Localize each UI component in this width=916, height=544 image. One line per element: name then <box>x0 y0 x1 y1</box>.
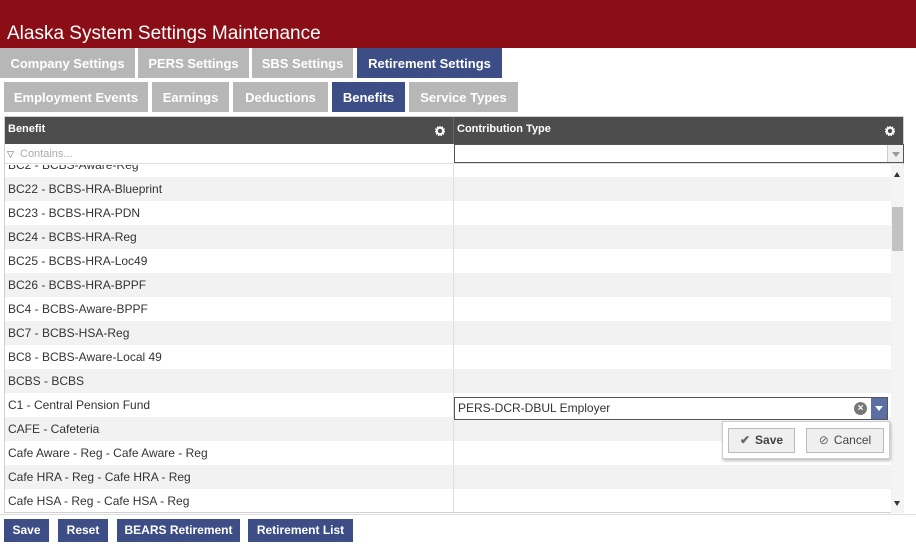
app-header: Alaska System Settings Maintenance <box>0 0 916 48</box>
contribution-type-cell[interactable] <box>454 201 891 225</box>
tab-sbs-settings[interactable]: SBS Settings <box>252 48 353 78</box>
table-row[interactable]: BC4 - BCBS-Aware-BPPF <box>5 297 891 321</box>
scrollbar-thumb[interactable] <box>892 207 903 251</box>
chevron-down-icon[interactable] <box>887 145 903 162</box>
contribution-type-cell[interactable] <box>454 489 891 513</box>
tab-service-types[interactable]: Service Types <box>409 82 518 112</box>
vertical-scrollbar[interactable] <box>891 165 904 513</box>
benefit-cell: BC4 - BCBS-Aware-BPPF <box>8 302 148 316</box>
benefit-cell: BC25 - BCBS-HRA-Loc49 <box>8 254 148 268</box>
scroll-up-icon[interactable] <box>894 172 900 177</box>
benefit-cell: BC2 - BCBS-Aware-Reg <box>8 165 139 172</box>
column-header-contribution-type-label: Contribution Type <box>457 123 551 135</box>
filter-icon: ▽ <box>7 149 14 159</box>
cancel-icon: ⊘ <box>818 433 829 447</box>
table-row[interactable]: BC25 - BCBS-HRA-Loc49 <box>5 249 891 273</box>
gear-icon[interactable] <box>435 126 445 136</box>
grid-body: BC2 - BCBS-Aware-Reg BC22 - BCBS-HRA-Blu… <box>5 165 891 513</box>
row-save-label: Save <box>755 433 784 447</box>
tab-employment-events[interactable]: Employment Events <box>4 82 148 112</box>
table-row[interactable]: BC7 - BCBS-HSA-Reg <box>5 321 891 345</box>
tab-retirement-settings[interactable]: Retirement Settings <box>357 48 502 78</box>
table-row[interactable]: Cafe HRA - Reg - Cafe HRA - Reg <box>5 465 891 489</box>
contribution-type-cell[interactable] <box>454 345 891 369</box>
contribution-type-cell[interactable] <box>454 369 891 393</box>
row-cancel-button[interactable]: ⊘ Cancel <box>806 428 884 453</box>
app-title: Alaska System Settings Maintenance <box>7 23 321 44</box>
row-cancel-label: Cancel <box>833 433 872 447</box>
grid-header: Benefit Contribution Type <box>5 117 903 144</box>
row-save-button[interactable]: ✔ Save <box>728 428 795 453</box>
benefit-cell: BCBS - BCBS <box>8 374 85 388</box>
row-edit-popup: ✔ Save ⊘ Cancel <box>722 421 890 459</box>
contribution-type-cell[interactable] <box>454 165 891 177</box>
tab-company-settings[interactable]: Company Settings <box>0 48 135 78</box>
retirement-list-button[interactable]: Retirement List <box>248 519 353 542</box>
save-button[interactable]: Save <box>4 519 49 542</box>
gear-icon[interactable] <box>885 126 895 136</box>
benefit-cell: BC22 - BCBS-HRA-Blueprint <box>8 182 163 196</box>
bears-retirement-button[interactable]: BEARS Retirement <box>117 519 240 542</box>
tab-deductions[interactable]: Deductions <box>233 82 328 112</box>
benefit-cell: BC26 - BCBS-HRA-BPPF <box>8 278 147 292</box>
tab-earnings[interactable]: Earnings <box>152 82 229 112</box>
table-row[interactable]: BC26 - BCBS-HRA-BPPF <box>5 273 891 297</box>
contribution-type-cell[interactable] <box>454 177 891 201</box>
scroll-down-icon[interactable] <box>894 501 900 506</box>
benefit-cell: Cafe Aware - Reg - Cafe Aware - Reg <box>8 446 208 460</box>
filter-row: ▽ Contains... <box>5 144 904 164</box>
benefit-cell: BC24 - BCBS-HRA-Reg <box>8 230 137 244</box>
contribution-type-editor[interactable]: PERS-DCR-DBUL Employer × <box>454 397 888 420</box>
benefit-cell: BC7 - BCBS-HSA-Reg <box>8 326 130 340</box>
chevron-down-icon[interactable] <box>871 398 887 419</box>
top-tab-bar: Company Settings PERS Settings SBS Setti… <box>0 48 916 78</box>
sub-tab-bar: Employment Events Earnings Deductions Be… <box>0 82 916 112</box>
benefit-filter-input[interactable]: ▽ Contains... <box>7 146 447 162</box>
contribution-type-cell[interactable] <box>454 225 891 249</box>
contribution-type-cell[interactable] <box>454 249 891 273</box>
table-row[interactable]: BCBS - BCBS <box>5 369 891 393</box>
benefit-cell: C1 - Central Pension Fund <box>8 398 151 412</box>
benefit-filter-placeholder: Contains... <box>20 148 73 160</box>
contribution-type-cell[interactable] <box>454 321 891 345</box>
contribution-type-filter-select[interactable] <box>454 144 904 163</box>
benefit-cell: Cafe HRA - Reg - Cafe HRA - Reg <box>8 470 191 484</box>
clear-icon[interactable]: × <box>854 402 867 415</box>
column-header-benefit[interactable]: Benefit <box>5 117 453 144</box>
table-row[interactable]: Cafe HSA - Reg - Cafe HSA - Reg <box>5 489 891 513</box>
table-row[interactable]: BC22 - BCBS-HRA-Blueprint <box>5 177 891 201</box>
tab-benefits[interactable]: Benefits <box>332 82 405 112</box>
contribution-type-cell[interactable] <box>454 297 891 321</box>
benefit-cell: BC8 - BCBS-Aware-Local 49 <box>8 350 162 364</box>
table-row[interactable]: BC2 - BCBS-Aware-Reg <box>5 165 891 177</box>
contribution-type-cell[interactable] <box>454 465 891 489</box>
benefit-cell: CAFE - Cafeteria <box>8 422 100 436</box>
table-row[interactable]: BC8 - BCBS-Aware-Local 49 <box>5 345 891 369</box>
reset-button[interactable]: Reset <box>58 519 108 542</box>
table-row[interactable]: BC24 - BCBS-HRA-Reg <box>5 225 891 249</box>
table-row[interactable]: BC23 - BCBS-HRA-PDN <box>5 201 891 225</box>
benefit-cell: BC23 - BCBS-HRA-PDN <box>8 206 141 220</box>
check-icon: ✔ <box>739 433 751 447</box>
column-header-benefit-label: Benefit <box>8 123 46 135</box>
benefit-cell: Cafe HSA - Reg - Cafe HSA - Reg <box>8 494 190 508</box>
contribution-type-cell[interactable] <box>454 273 891 297</box>
contribution-type-editor-value: PERS-DCR-DBUL Employer <box>458 401 611 415</box>
benefits-grid: Benefit Contribution Type ▽ Contains... B… <box>4 116 904 513</box>
column-header-contribution-type[interactable]: Contribution Type <box>454 117 884 144</box>
tab-pers-settings[interactable]: PERS Settings <box>138 48 249 78</box>
footer-toolbar: Save Reset BEARS Retirement Retirement L… <box>0 514 916 544</box>
